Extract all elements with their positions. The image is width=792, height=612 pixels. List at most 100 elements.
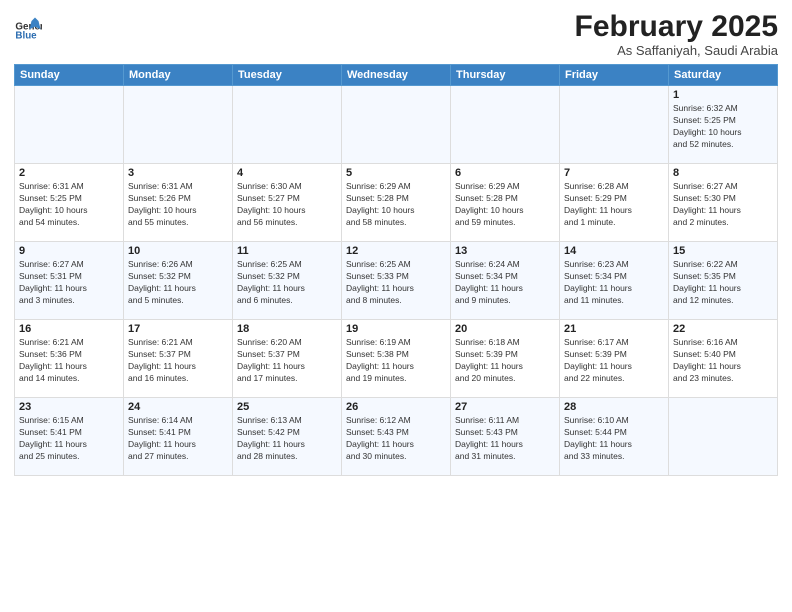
- week-row-2: 9 Sunrise: 6:27 AM Sunset: 5:31 PM Daylig…: [15, 242, 778, 320]
- day-info: Sunrise: 6:31 AM Sunset: 5:25 PM Dayligh…: [19, 181, 119, 229]
- day-info: Sunrise: 6:27 AM Sunset: 5:31 PM Dayligh…: [19, 259, 119, 307]
- day-number: 26: [346, 401, 446, 413]
- day-info: Sunrise: 6:11 AM Sunset: 5:43 PM Dayligh…: [455, 415, 555, 463]
- calendar-subtitle: As Saffaniyah, Saudi Arabia: [575, 43, 778, 58]
- day-info: Sunrise: 6:28 AM Sunset: 5:29 PM Dayligh…: [564, 181, 664, 229]
- day-number: 25: [237, 401, 337, 413]
- day-info: Sunrise: 6:29 AM Sunset: 5:28 PM Dayligh…: [346, 181, 446, 229]
- table-row: 1 Sunrise: 6:32 AM Sunset: 5:25 PM Daylig…: [669, 86, 778, 164]
- day-number: 19: [346, 323, 446, 335]
- calendar-table: Sunday Monday Tuesday Wednesday Thursday…: [14, 64, 778, 476]
- day-number: 8: [673, 167, 773, 179]
- table-row: 16 Sunrise: 6:21 AM Sunset: 5:36 PM Dayli…: [15, 320, 124, 398]
- col-monday: Monday: [124, 65, 233, 86]
- table-row: 7 Sunrise: 6:28 AM Sunset: 5:29 PM Daylig…: [560, 164, 669, 242]
- day-number: 22: [673, 323, 773, 335]
- table-row: [15, 86, 124, 164]
- table-row: 20Sunrise: 6:18 AM Sunset: 5:39 PM Dayli…: [451, 320, 560, 398]
- table-row: [669, 398, 778, 476]
- day-info: Sunrise: 6:23 AM Sunset: 5:34 PM Dayligh…: [564, 259, 664, 307]
- col-thursday: Thursday: [451, 65, 560, 86]
- day-info: Sunrise: 6:25 AM Sunset: 5:32 PM Dayligh…: [237, 259, 337, 307]
- day-info: Sunrise: 6:24 AM Sunset: 5:34 PM Dayligh…: [455, 259, 555, 307]
- table-row: 15Sunrise: 6:22 AM Sunset: 5:35 PM Dayli…: [669, 242, 778, 320]
- day-info: Sunrise: 6:10 AM Sunset: 5:44 PM Dayligh…: [564, 415, 664, 463]
- day-number: 20: [455, 323, 555, 335]
- week-row-4: 23 Sunrise: 6:15 AM Sunset: 5:41 PM Dayli…: [15, 398, 778, 476]
- header: General Blue February 2025 As Saffaniyah…: [14, 10, 778, 58]
- table-row: [451, 86, 560, 164]
- header-row: Sunday Monday Tuesday Wednesday Thursday…: [15, 65, 778, 86]
- day-info: Sunrise: 6:31 AM Sunset: 5:26 PM Dayligh…: [128, 181, 228, 229]
- day-number: 9: [19, 245, 119, 257]
- table-row: [560, 86, 669, 164]
- day-number: 24: [128, 401, 228, 413]
- table-row: 12Sunrise: 6:25 AM Sunset: 5:33 PM Dayli…: [342, 242, 451, 320]
- day-number: 18: [237, 323, 337, 335]
- table-row: 11 Sunrise: 6:25 AM Sunset: 5:32 PM Dayli…: [233, 242, 342, 320]
- table-row: 10 Sunrise: 6:26 AM Sunset: 5:32 PM Dayli…: [124, 242, 233, 320]
- day-number: 11: [237, 245, 337, 257]
- day-number: 23: [19, 401, 119, 413]
- day-number: 16: [19, 323, 119, 335]
- day-info: Sunrise: 6:13 AM Sunset: 5:42 PM Dayligh…: [237, 415, 337, 463]
- table-row: [342, 86, 451, 164]
- week-row-3: 16 Sunrise: 6:21 AM Sunset: 5:36 PM Dayli…: [15, 320, 778, 398]
- day-info: Sunrise: 6:27 AM Sunset: 5:30 PM Dayligh…: [673, 181, 773, 229]
- day-info: Sunrise: 6:12 AM Sunset: 5:43 PM Dayligh…: [346, 415, 446, 463]
- table-row: 2 Sunrise: 6:31 AM Sunset: 5:25 PM Daylig…: [15, 164, 124, 242]
- col-tuesday: Tuesday: [233, 65, 342, 86]
- day-info: Sunrise: 6:14 AM Sunset: 5:41 PM Dayligh…: [128, 415, 228, 463]
- day-info: Sunrise: 6:15 AM Sunset: 5:41 PM Dayligh…: [19, 415, 119, 463]
- week-row-0: 1 Sunrise: 6:32 AM Sunset: 5:25 PM Daylig…: [15, 86, 778, 164]
- table-row: [124, 86, 233, 164]
- day-info: Sunrise: 6:25 AM Sunset: 5:33 PM Dayligh…: [346, 259, 446, 307]
- table-row: 9 Sunrise: 6:27 AM Sunset: 5:31 PM Daylig…: [15, 242, 124, 320]
- day-number: 4: [237, 167, 337, 179]
- day-number: 10: [128, 245, 228, 257]
- day-number: 3: [128, 167, 228, 179]
- col-wednesday: Wednesday: [342, 65, 451, 86]
- day-info: Sunrise: 6:17 AM Sunset: 5:39 PM Dayligh…: [564, 337, 664, 385]
- table-row: 3 Sunrise: 6:31 AM Sunset: 5:26 PM Daylig…: [124, 164, 233, 242]
- day-number: 27: [455, 401, 555, 413]
- table-row: 8 Sunrise: 6:27 AM Sunset: 5:30 PM Daylig…: [669, 164, 778, 242]
- day-info: Sunrise: 6:19 AM Sunset: 5:38 PM Dayligh…: [346, 337, 446, 385]
- table-row: 27 Sunrise: 6:11 AM Sunset: 5:43 PM Dayli…: [451, 398, 560, 476]
- day-number: 5: [346, 167, 446, 179]
- day-number: 7: [564, 167, 664, 179]
- day-number: 1: [673, 89, 773, 101]
- table-row: [233, 86, 342, 164]
- day-number: 15: [673, 245, 773, 257]
- logo-icon: General Blue: [14, 14, 42, 42]
- day-info: Sunrise: 6:16 AM Sunset: 5:40 PM Dayligh…: [673, 337, 773, 385]
- day-number: 17: [128, 323, 228, 335]
- day-info: Sunrise: 6:21 AM Sunset: 5:37 PM Dayligh…: [128, 337, 228, 385]
- table-row: 13 Sunrise: 6:24 AM Sunset: 5:34 PM Dayli…: [451, 242, 560, 320]
- table-row: 22 Sunrise: 6:16 AM Sunset: 5:40 PM Dayli…: [669, 320, 778, 398]
- table-row: 25 Sunrise: 6:13 AM Sunset: 5:42 PM Dayli…: [233, 398, 342, 476]
- day-info: Sunrise: 6:20 AM Sunset: 5:37 PM Dayligh…: [237, 337, 337, 385]
- day-number: 13: [455, 245, 555, 257]
- day-info: Sunrise: 6:26 AM Sunset: 5:32 PM Dayligh…: [128, 259, 228, 307]
- table-row: 18 Sunrise: 6:20 AM Sunset: 5:37 PM Dayli…: [233, 320, 342, 398]
- day-number: 14: [564, 245, 664, 257]
- calendar-title: February 2025: [575, 10, 778, 43]
- svg-text:Blue: Blue: [15, 31, 37, 42]
- week-row-1: 2 Sunrise: 6:31 AM Sunset: 5:25 PM Daylig…: [15, 164, 778, 242]
- table-row: 17 Sunrise: 6:21 AM Sunset: 5:37 PM Dayli…: [124, 320, 233, 398]
- day-info: Sunrise: 6:21 AM Sunset: 5:36 PM Dayligh…: [19, 337, 119, 385]
- table-row: 4Sunrise: 6:30 AM Sunset: 5:27 PM Daylig…: [233, 164, 342, 242]
- page: General Blue February 2025 As Saffaniyah…: [0, 0, 792, 612]
- day-info: Sunrise: 6:29 AM Sunset: 5:28 PM Dayligh…: [455, 181, 555, 229]
- table-row: 28Sunrise: 6:10 AM Sunset: 5:44 PM Dayli…: [560, 398, 669, 476]
- table-row: 14 Sunrise: 6:23 AM Sunset: 5:34 PM Dayli…: [560, 242, 669, 320]
- table-row: 23 Sunrise: 6:15 AM Sunset: 5:41 PM Dayli…: [15, 398, 124, 476]
- table-row: 5 Sunrise: 6:29 AM Sunset: 5:28 PM Daylig…: [342, 164, 451, 242]
- day-number: 2: [19, 167, 119, 179]
- table-row: 21 Sunrise: 6:17 AM Sunset: 5:39 PM Dayli…: [560, 320, 669, 398]
- table-row: 19 Sunrise: 6:19 AM Sunset: 5:38 PM Dayli…: [342, 320, 451, 398]
- title-block: February 2025 As Saffaniyah, Saudi Arabi…: [575, 10, 778, 58]
- day-number: 21: [564, 323, 664, 335]
- day-info: Sunrise: 6:32 AM Sunset: 5:25 PM Dayligh…: [673, 103, 773, 151]
